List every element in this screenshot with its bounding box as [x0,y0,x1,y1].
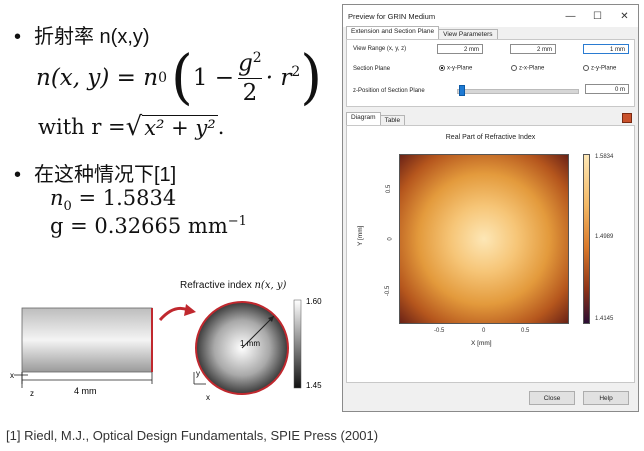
rod-body [21,307,153,373]
g-value-line: g = 0.32665 mm−1 [50,214,247,238]
x-axis-label: X [mm] [471,340,492,347]
diagram-title: Real Part of Refractive Index [445,134,536,141]
radio-zx-plane[interactable]: z-x-Plane [511,65,544,72]
eq-lhs-sub: 0 [158,70,167,86]
n0-value-line: n0 = 1.5834 [50,186,176,214]
eq-frac-num-sup: 2 [252,49,262,66]
eq-lhs: n(x, y) = n [36,65,159,91]
radio-zx-indicator[interactable] [511,65,517,71]
eq-frac-den: 2 [242,80,258,107]
refractive-index-equation: n(x, y) = n0 ( 1 − g2 2 · r2 ) [36,43,323,112]
section-plane-label: Section Plane [353,66,391,72]
z-position-slider-track[interactable] [457,89,579,94]
bullet-1: • 折射率 n(x,y) [14,20,150,49]
heatmap-colorbar [583,154,590,324]
window-title: Preview for GRIN Medium [348,11,436,21]
minimize-button[interactable]: — [557,11,584,22]
bullet-2: • 在这种情况下[1] [14,158,176,187]
g-unit-sup: −1 [227,214,247,229]
red-arrow-head [184,304,196,316]
window-titlebar[interactable]: Preview for GRIN Medium — ☐ ✕ [343,5,638,27]
radio-zy-plane[interactable]: z-y-Plane [583,65,616,72]
tab-view-parameters[interactable]: View Parameters [438,29,498,39]
help-button[interactable]: Help [583,391,629,405]
bullet-1-text: 折射率 n(x,y) [34,26,150,48]
with-r-suffix: . [217,115,225,139]
close-window-button[interactable]: ✕ [611,11,638,22]
bullet-dot: • [14,26,22,48]
sqrt-symbol: √ [125,112,143,142]
radius-label: 1 mm [240,339,260,348]
n0-rhs: = 1.5834 [71,186,177,210]
radio-zx-label: z-x-Plane [519,65,545,72]
grin-rod-figure: x z 4 mm Refractive index n(x, y) 1 mm y… [10,280,322,402]
refractive-index-heatmap [399,154,569,324]
x-tick-left: -0.5 [434,328,445,334]
rod-axis-z-label: z [30,389,34,398]
y-axis-label: Y [mm] [357,225,364,246]
z-position-label: z-Position of Section Plane [353,88,425,94]
colorbar-tick-min: 1.4145 [595,316,614,322]
with-r-prefix: with r = [38,115,126,139]
fraction-bar [238,77,262,80]
y-tick-bottom: -0.5 [385,285,392,297]
rod-axis-x-label: x [10,371,14,380]
g-line: g = 0.32665 mm [50,214,228,238]
grayscale-colorbar [293,299,302,389]
colorbar-tick-mid: 1.4989 [595,234,614,240]
extension-panel: View Range (x, y, z) 2 mm 2 mm 1 mm Sect… [346,39,635,107]
bullet-2-text: 在这种情况下[1] [34,164,177,186]
radio-xy-plane[interactable]: x-y-Plane [439,65,472,72]
export-icon[interactable] [622,113,632,123]
n0-lhs: n [50,186,64,210]
eq-r-sup: 2 [291,64,301,80]
disc-axis-x-label: x [206,393,210,402]
figure-title-prefix: Refractive index [180,280,254,291]
close-button[interactable]: Close [529,391,575,405]
colorbar-tick-max: 1.5834 [595,154,614,160]
eq-fraction: g2 2 [238,49,262,107]
red-arrow [158,306,189,322]
radio-xy-label: x-y-Plane [447,65,473,72]
top-tab-bar: Extension and Section Plane View Paramet… [343,26,638,39]
figure-title-func: n(x, y) [254,280,286,291]
y-tick-mid: 0 [387,237,394,241]
window-controls: — ☐ ✕ [557,11,638,22]
x-tick-mid: 0 [482,328,486,334]
tab-diagram[interactable]: Diagram [346,112,381,125]
grin-preview-window: Preview for GRIN Medium — ☐ ✕ Extension … [342,4,639,412]
x-tick-right: 0.5 [521,328,530,334]
radio-xy-indicator[interactable] [439,65,445,71]
n0-sub: 0 [63,199,72,215]
radio-zy-label: z-y-Plane [591,65,617,72]
view-range-x-input[interactable]: 2 mm [437,44,483,54]
right-paren: ) [300,43,323,112]
tab-table[interactable]: Table [379,115,406,125]
diagram-area: Real Part of Refractive Index Y [mm] 0.5… [346,125,635,383]
with-r-line: with r = √ x² + y² . [38,112,224,142]
disc-axis-y-label: y [196,369,200,378]
rod-length-label: 4 mm [74,386,97,396]
reference-citation: [1] Riedl, M.J., Optical Design Fundamen… [6,428,379,443]
left-paren: ( [170,43,193,112]
eq-frac-num: g [238,50,253,77]
colorbar-min-label: 1.45 [306,381,322,390]
radio-zy-indicator[interactable] [583,65,589,71]
eq-times-r: · r [265,65,292,91]
bottom-tab-bar: Diagram Table [343,112,638,125]
with-r-radicand: x² + y² [142,114,218,140]
view-range-label: View Range (x, y, z) [353,46,407,52]
z-position-input[interactable]: 0 m [585,84,629,94]
y-tick-top: 0.5 [386,184,393,194]
z-position-slider-thumb[interactable] [459,85,465,96]
colorbar-max-label: 1.60 [306,297,322,306]
bullet-dot: • [14,164,22,186]
eq-one-minus: 1 − [192,65,235,91]
maximize-button[interactable]: ☐ [584,11,611,22]
view-range-z-input[interactable]: 1 mm [583,44,629,54]
tab-extension-section-plane[interactable]: Extension and Section Plane [346,26,440,39]
figure-title: Refractive index n(x, y) [180,280,286,291]
view-range-y-input[interactable]: 2 mm [510,44,556,54]
